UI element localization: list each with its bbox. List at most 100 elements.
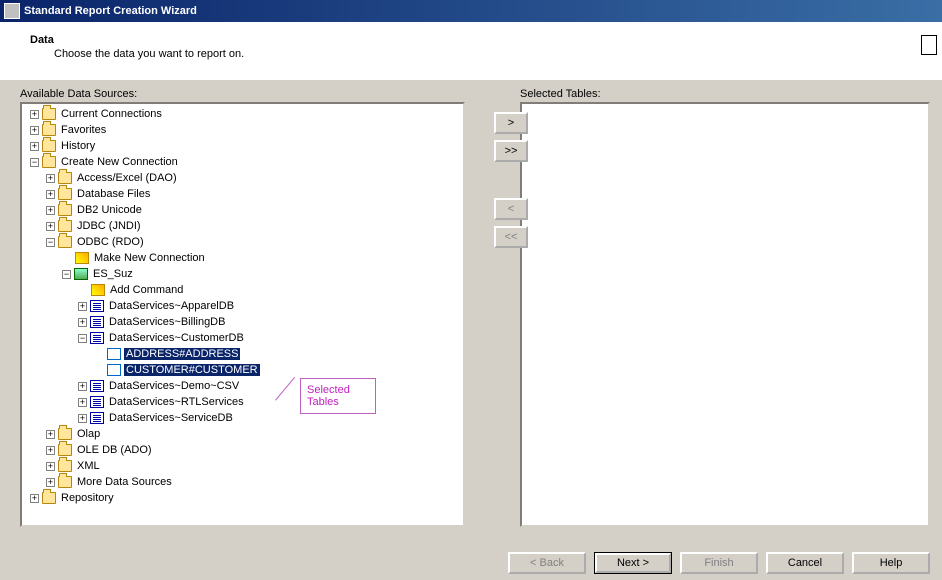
back-button[interactable]: < Back: [508, 552, 586, 574]
expand-toggle[interactable]: +: [30, 110, 39, 119]
expand-toggle[interactable]: +: [46, 190, 55, 199]
tree-item-label: Access/Excel (DAO): [75, 172, 179, 184]
tree-item[interactable]: +DataServices~RTLServices: [22, 394, 463, 410]
folder-icon: [42, 124, 56, 136]
tree-item-label: DataServices~ApparelDB: [107, 300, 236, 312]
tree-item[interactable]: + DataServices~Demo~CSV: [22, 378, 463, 394]
expand-toggle[interactable]: +: [46, 462, 55, 471]
tree-item-label: DataServices~BillingDB: [107, 316, 227, 328]
tree-item-label: History: [59, 140, 97, 152]
remove-all-button[interactable]: <<: [494, 226, 528, 248]
expand-toggle[interactable]: +: [46, 222, 55, 231]
tree-item-label: DataServices~Demo~CSV: [107, 380, 241, 392]
tree-item[interactable]: + Current Connections: [22, 106, 463, 122]
tree-item[interactable]: Add Command: [22, 282, 463, 298]
folder-icon: [58, 444, 72, 456]
tree-item[interactable]: + DB2 Unicode: [22, 202, 463, 218]
tree-item[interactable]: + JDBC (JNDI): [22, 218, 463, 234]
tree-item[interactable]: + History: [22, 138, 463, 154]
tree-item[interactable]: − Create New Connection: [22, 154, 463, 170]
tree-item[interactable]: + DataServices~BillingDB: [22, 314, 463, 330]
page-title: Data: [30, 34, 912, 46]
wizard-header: Data Choose the data you want to report …: [0, 22, 942, 80]
expand-toggle[interactable]: +: [78, 302, 87, 311]
available-data-sources-list[interactable]: +Current Connections+Favorites+History−C…: [20, 102, 465, 527]
available-label: Available Data Sources:: [20, 88, 465, 100]
page-subtitle: Choose the data you want to report on.: [54, 48, 912, 60]
help-button[interactable]: Help: [852, 552, 930, 574]
tree-item-label: Olap: [75, 428, 102, 440]
tree-item[interactable]: +OLE DB (ADO): [22, 442, 463, 458]
cancel-button[interactable]: Cancel: [766, 552, 844, 574]
wizard-icon: [91, 284, 105, 296]
expand-toggle[interactable]: +: [46, 206, 55, 215]
expand-toggle[interactable]: −: [30, 158, 39, 167]
expand-toggle[interactable]: +: [46, 430, 55, 439]
add-button[interactable]: >: [494, 112, 528, 134]
tree-item[interactable]: + Database Files: [22, 186, 463, 202]
folder-icon: [42, 108, 56, 120]
tree-item-label: DB2 Unicode: [75, 204, 144, 216]
remove-button[interactable]: <: [494, 198, 528, 220]
tree-item[interactable]: Make New Connection: [22, 250, 463, 266]
expand-toggle[interactable]: +: [78, 318, 87, 327]
expand-toggle[interactable]: −: [46, 238, 55, 247]
tree-item-label: Current Connections: [59, 108, 164, 120]
folder-icon: [58, 428, 72, 440]
expand-toggle[interactable]: +: [30, 126, 39, 135]
tree-item[interactable]: + Olap: [22, 426, 463, 442]
expand-toggle[interactable]: +: [78, 398, 87, 407]
tree-item[interactable]: ADDRESS#ADDRESS: [22, 346, 463, 362]
folder-icon: [42, 156, 56, 168]
tree-item-label: CUSTOMER#CUSTOMER: [124, 364, 260, 376]
tree-item[interactable]: + DataServices~ApparelDB: [22, 298, 463, 314]
app-icon: [4, 3, 20, 19]
tree-item-label: ES_Suz: [91, 268, 135, 280]
folder-icon: [42, 492, 56, 504]
tree-item[interactable]: +XML: [22, 458, 463, 474]
expand-toggle[interactable]: +: [46, 174, 55, 183]
tree-item-label: Database Files: [75, 188, 152, 200]
window-title: Standard Report Creation Wizard: [24, 5, 197, 17]
expand-toggle[interactable]: +: [30, 142, 39, 151]
tree-item-label: More Data Sources: [75, 476, 174, 488]
annotation-callout: Selected Tables: [300, 378, 376, 414]
expand-toggle[interactable]: +: [78, 382, 87, 391]
tree-item-label: JDBC (JNDI): [75, 220, 143, 232]
tree-item-label: DataServices~CustomerDB: [107, 332, 246, 344]
tree-item[interactable]: −ODBC (RDO): [22, 234, 463, 250]
tree-item[interactable]: +Favorites: [22, 122, 463, 138]
wizard-icon: [75, 252, 89, 264]
expand-toggle[interactable]: +: [46, 446, 55, 455]
tree-item[interactable]: + More Data Sources: [22, 474, 463, 490]
folder-icon: [58, 476, 72, 488]
table-icon: [107, 364, 121, 376]
folder-icon: [58, 172, 72, 184]
expand-toggle[interactable]: +: [30, 494, 39, 503]
tree-item[interactable]: − DataServices~CustomerDB: [22, 330, 463, 346]
table-icon: [107, 348, 121, 360]
next-button[interactable]: Next >: [594, 552, 672, 574]
expand-toggle[interactable]: −: [62, 270, 71, 279]
wizard-footer: < Back Next > Finish Cancel Help: [508, 552, 930, 574]
window-titlebar: Standard Report Creation Wizard: [0, 0, 942, 22]
selected-tables-list[interactable]: [520, 102, 930, 527]
header-decoration-icon: [921, 35, 937, 55]
database-icon: [90, 332, 104, 344]
folder-icon: [58, 204, 72, 216]
finish-button[interactable]: Finish: [680, 552, 758, 574]
expand-toggle[interactable]: +: [46, 478, 55, 487]
tree-item[interactable]: CUSTOMER#CUSTOMER: [22, 362, 463, 378]
add-all-button[interactable]: >>: [494, 140, 528, 162]
tree-item[interactable]: − ES_Suz: [22, 266, 463, 282]
tree-item[interactable]: + DataServices~ServiceDB: [22, 410, 463, 426]
tree-item[interactable]: + Access/Excel (DAO): [22, 170, 463, 186]
expand-toggle[interactable]: −: [78, 334, 87, 343]
folder-icon: [58, 220, 72, 232]
tree-item-label: DataServices~ServiceDB: [107, 412, 235, 424]
transfer-buttons: > >> < <<: [494, 112, 528, 248]
folder-icon: [58, 188, 72, 200]
tree-item[interactable]: +Repository: [22, 490, 463, 506]
tree-item-label: Create New Connection: [59, 156, 180, 168]
expand-toggle[interactable]: +: [78, 414, 87, 423]
